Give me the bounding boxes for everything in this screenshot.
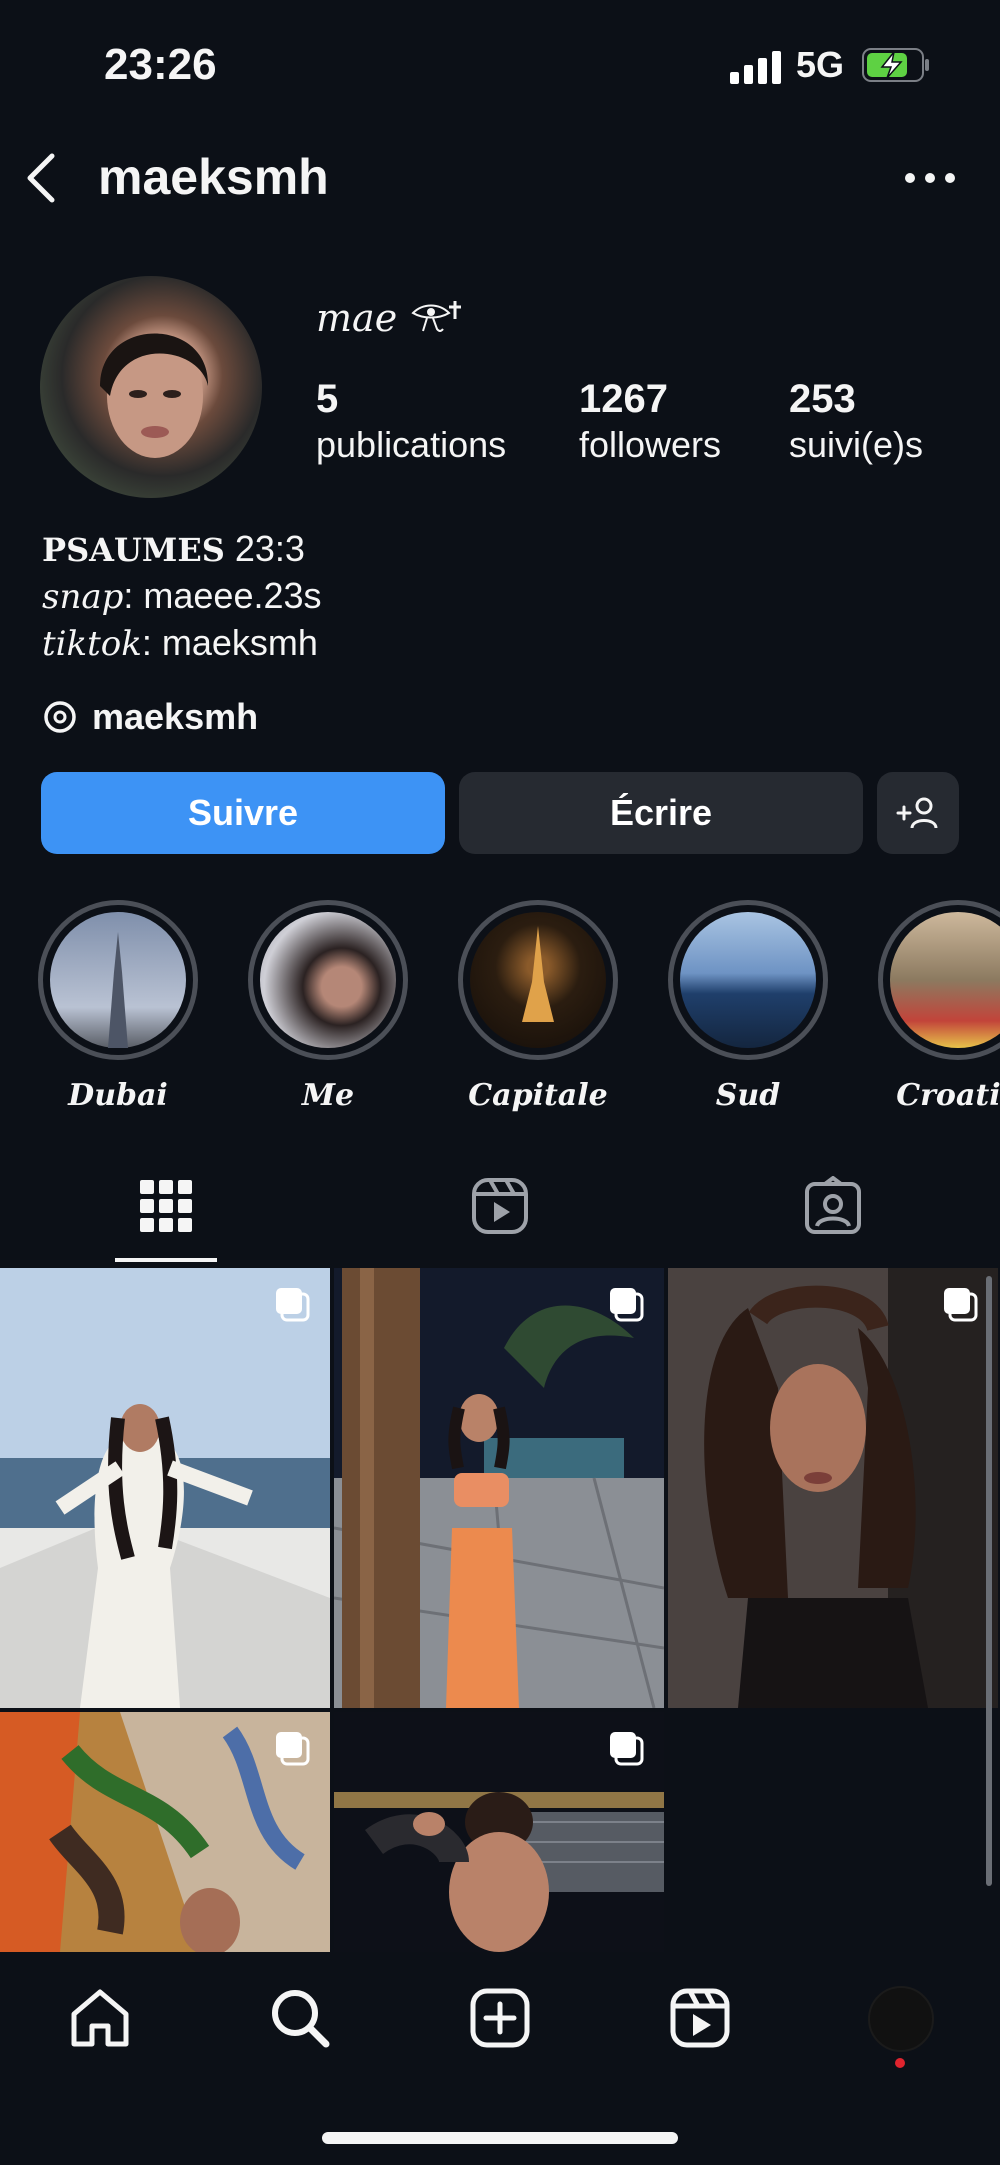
display-name-text: mae: [316, 296, 398, 340]
suggest-people-button[interactable]: [877, 772, 959, 854]
reels-icon[interactable]: [470, 1176, 530, 1236]
post-thumbnail[interactable]: [0, 1712, 330, 1952]
highlight-label: Capitale: [468, 1078, 608, 1113]
post-thumbnail[interactable]: [668, 1268, 998, 1708]
bio-key: tiktok: [42, 624, 142, 664]
highlight-dubai[interactable]: Dubai: [36, 900, 200, 1113]
stat-followers[interactable]: 1267 followers: [579, 376, 721, 468]
home-indicator[interactable]: [322, 2132, 678, 2144]
post-thumbnail[interactable]: [334, 1712, 664, 1952]
display-name: mae: [316, 296, 462, 340]
post-thumbnail[interactable]: [334, 1268, 664, 1708]
follow-button[interactable]: Suivre: [41, 772, 445, 854]
page-title: maeksmh: [98, 149, 329, 205]
stat-label: suivi(e)s: [789, 424, 924, 465]
more-options-icon[interactable]: [900, 158, 960, 198]
network-type: 5G: [796, 44, 845, 85]
highlight-sud[interactable]: Sud: [666, 900, 830, 1113]
carousel-icon: [610, 1288, 644, 1322]
highlight-croatie[interactable]: Croatie: [876, 900, 1000, 1113]
notification-dot: [895, 2058, 905, 2068]
grid-icon[interactable]: [136, 1176, 196, 1236]
stat-following[interactable]: 253 suivi(e)s: [789, 376, 923, 468]
battery-charging-icon: [862, 48, 929, 82]
highlight-cover: [260, 912, 396, 1048]
message-button[interactable]: Écrire: [459, 772, 863, 854]
bio: PSAUMES 23:3 snap: maeee.23s tiktok: mae…: [42, 526, 322, 667]
highlight-label: Croatie: [896, 1078, 1000, 1113]
bio-line: snap: maeee.23s: [42, 573, 322, 620]
bio-text: : maeee.23s: [123, 575, 322, 616]
bio-text: 23:3: [224, 528, 305, 569]
eye-of-horus-icon: [411, 301, 462, 332]
stat-label: publications: [316, 424, 507, 465]
bio-bold: PSAUMES: [42, 531, 225, 569]
highlight-cover: [890, 912, 1000, 1048]
back-chevron-icon[interactable]: [20, 150, 62, 206]
profile-avatar[interactable]: [40, 276, 262, 498]
reels-icon[interactable]: [668, 1986, 732, 2050]
highlight-label: Dubai: [68, 1078, 168, 1113]
home-icon[interactable]: [68, 1986, 132, 2050]
highlight-cover: [50, 912, 186, 1048]
carousel-icon: [276, 1288, 310, 1322]
post-thumbnail[interactable]: [0, 1268, 330, 1708]
highlight-cover: [470, 912, 606, 1048]
signal-icon: [730, 50, 782, 84]
highlight-me[interactable]: Me: [246, 900, 410, 1113]
search-icon[interactable]: [268, 1986, 332, 2050]
scrollbar[interactable]: [986, 1276, 992, 1886]
stat-publications: 5 publications: [316, 376, 506, 468]
stat-value: 1267: [579, 377, 668, 421]
bio-line: tiktok: maeksmh: [42, 620, 322, 667]
stat-label: followers: [579, 424, 722, 465]
threads-handle: maeksmh: [92, 696, 259, 737]
bio-line: PSAUMES 23:3: [42, 526, 322, 573]
highlight-capitale[interactable]: Capitale: [456, 900, 620, 1113]
highlight-label: Sud: [715, 1078, 781, 1113]
stat-value: 5: [316, 377, 339, 421]
carousel-icon: [610, 1732, 644, 1766]
bio-text: : maeksmh: [141, 622, 318, 663]
create-icon[interactable]: [468, 1986, 532, 2050]
stat-value: 253: [789, 377, 856, 421]
highlight-label: Me: [301, 1078, 355, 1113]
tab-indicator: [115, 1258, 217, 1262]
threads-icon: [44, 701, 76, 733]
add-person-icon: [896, 797, 938, 829]
profile-avatar[interactable]: [868, 1986, 934, 2052]
bio-key: snap: [42, 577, 124, 617]
carousel-icon: [944, 1288, 978, 1322]
status-time: 23:26: [104, 40, 217, 89]
highlight-cover: [680, 912, 816, 1048]
carousel-icon: [276, 1732, 310, 1766]
tagged-icon[interactable]: [803, 1176, 863, 1236]
threads-link[interactable]: maeksmh: [42, 696, 258, 738]
